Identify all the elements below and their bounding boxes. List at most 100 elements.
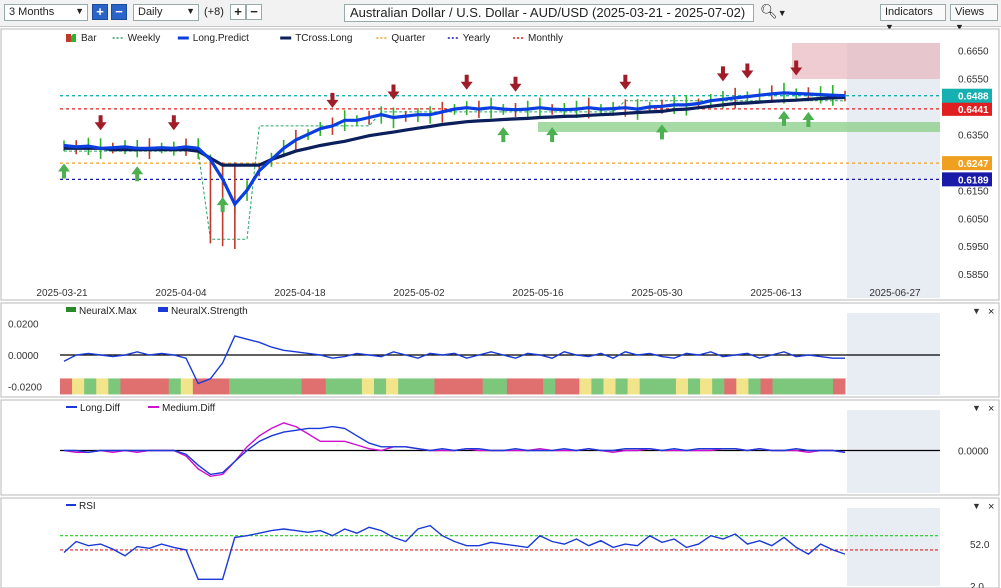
neural-max-cell [494,378,508,395]
neural-max-cell [144,378,158,395]
neural-max-cell [808,378,822,395]
neural-max-cell [567,378,580,395]
future-shade-2 [847,410,940,493]
neural-max-cell [132,378,146,395]
toolbar: 3 Months ▼ + − Daily ▼ (+8) + − Australian… [0,0,1001,32]
neural-max-cell [639,378,653,395]
neural-max-cell [518,378,532,395]
legend-label: Long.Diff [80,403,120,414]
chevron-down-icon: ▼ [972,501,981,511]
price-tick-label: 0.6350 [958,130,989,141]
range-value: 3 Months [9,6,55,18]
interval-value: Daily [138,6,163,18]
legend-label: NeuralX.Strength [171,306,248,317]
neural-max-cell [410,378,423,395]
search-icon[interactable]: 🔍︎▼ [760,3,787,20]
neural-max-cell [458,378,472,395]
neural-max-cell [313,378,327,395]
legend-label: NeuralX.Max [79,306,137,317]
neural-max-cell [241,378,254,395]
legend-label-bar: Bar [81,33,97,44]
chevron-down-icon: ▼ [972,403,981,413]
level-label-quarter: 0.6247 [958,159,989,170]
close-icon: × [988,403,994,415]
future-shade-3 [847,508,940,586]
neural-max-cell [700,378,713,395]
neural-max-cell [736,378,749,395]
zoom-out-button[interactable]: − [111,4,127,20]
future-shade-0 [847,43,940,298]
neural-max-cell [386,378,399,395]
neural-max-cell [325,378,339,395]
neural-max-cell [591,378,604,395]
indicators-button[interactable]: Indicators ▼ [880,4,946,32]
legend-label-long-predict: Long.Predict [193,33,249,44]
neural-max-cell [229,378,242,395]
price-tick-label: 0.5850 [958,270,989,281]
resistance-zone [792,43,940,79]
legend-label: Medium.Diff [162,403,215,414]
price-tick-label: 0.6650 [958,46,989,57]
neural-max-cell [796,378,810,395]
neural-max-cell [337,378,351,395]
views-label: Views [955,6,985,18]
neural-max-cell [277,378,290,395]
neural-max-cell [724,378,737,395]
price-tick-label: 0.6550 [958,74,989,85]
remove-offset-button[interactable]: − [246,4,262,20]
neural-max-cell [446,378,460,395]
date-tick-label: 2025-05-16 [512,288,564,299]
zoom-in-button[interactable]: + [92,4,108,20]
rsi-tick-label: 52.0 [970,540,990,551]
neural-max-cell [470,378,484,395]
neural-max-cell [289,378,303,395]
charts-area[interactable]: ×▼×▼×▼0.58500.59500.60500.61500.62500.63… [0,27,1001,588]
neural-max-cell [531,378,544,395]
range-select[interactable]: 3 Months ▼ [4,4,88,21]
chevron-down-icon: ▼ [75,6,84,16]
neural-max-cell [615,378,629,395]
date-tick-label: 2025-05-02 [393,288,445,299]
neural-max-cell [784,378,798,395]
support-zone [538,122,940,132]
level-label-monthly: 0.6441 [958,105,989,116]
neural-max-cell [180,378,194,395]
neural-max-cell [253,378,266,395]
neural-max-cell [120,378,133,395]
interval-select[interactable]: Daily ▼ [133,4,199,21]
chevron-down-icon: ▼ [972,306,981,316]
symbol-title[interactable]: Australian Dollar / U.S. Dollar - AUD/US… [344,4,754,22]
neural-max-cell [60,378,73,395]
legend-label-quarter: Quarter [391,33,426,44]
neural-max-cell [217,378,230,395]
neural-max-cell [265,378,278,395]
neural-max-cell [168,378,182,395]
neural-max-cell [361,378,375,395]
neural-max-cell [579,378,592,395]
close-icon: × [988,501,994,513]
date-tick-label: 2025-03-21 [36,288,88,299]
add-offset-button[interactable]: + [230,4,246,20]
neural-max-cell [555,378,568,395]
views-button[interactable]: Views ▼ [950,4,998,32]
neural-max-cell [156,378,170,395]
level-label-yearly: 0.6189 [958,175,989,186]
neural-tick-label: -0.0200 [8,383,42,394]
neural-max-cell [72,378,85,395]
price-tick-label: 0.5950 [958,242,989,253]
neural-max-cell [675,378,689,395]
legend-swatch [158,307,168,312]
legend-label: RSI [79,501,96,512]
neural-max-cell [688,378,701,395]
date-tick-label: 2025-06-13 [750,288,802,299]
neural-max-cell [422,378,435,395]
date-tick-label: 2025-06-27 [869,288,921,299]
neural-max-cell [301,378,315,395]
neural-max-cell [832,378,846,395]
neural-max-cell [760,378,774,395]
legend-label-weekly: Weekly [128,33,161,44]
diff-tick-label: 0.0000 [958,447,989,458]
bar-legend-swatch [66,34,71,42]
date-tick-label: 2025-04-04 [155,288,207,299]
legend-label-yearly: Yearly [463,33,490,44]
